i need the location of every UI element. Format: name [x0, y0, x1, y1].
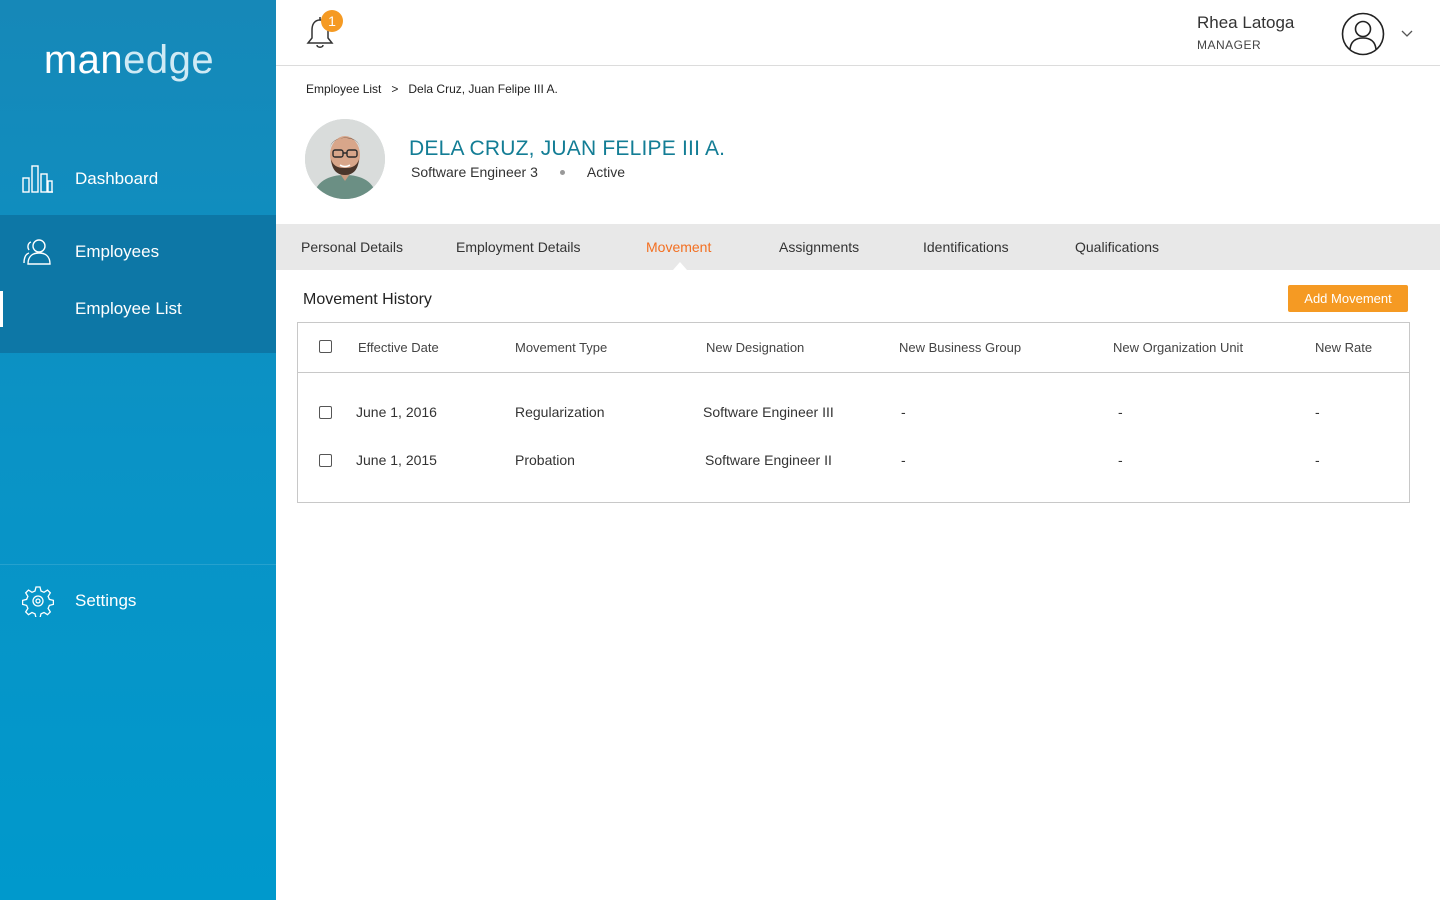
sidebar-group-employees: Employees Employee List [0, 215, 276, 353]
sidebar-item-label: Dashboard [75, 169, 159, 188]
user-role: MANAGER [1197, 38, 1262, 52]
column-header-new-designation[interactable]: New Designation [706, 340, 804, 355]
tab-identifications[interactable]: Identifications [923, 239, 1009, 255]
sidebar: manedge Dashboard Employees Employee Lis… [0, 0, 276, 900]
breadcrumb-current: Dela Cruz, Juan Felipe III A. [408, 82, 558, 96]
add-movement-button[interactable]: Add Movement [1288, 285, 1408, 312]
breadcrumb-employee-list[interactable]: Employee List [306, 82, 381, 96]
top-bar: 1 Rhea Latoga MANAGER [276, 0, 1440, 66]
select-all-checkbox[interactable] [319, 340, 332, 353]
gear-icon [22, 586, 54, 617]
table-row[interactable]: June 1, 2016 Regularization Software Eng… [298, 404, 1409, 444]
user-name: Rhea Latoga [1197, 13, 1295, 32]
cell-new-business-group: - [901, 404, 906, 420]
cell-new-rate: - [1315, 452, 1320, 468]
app-logo[interactable]: manedge [0, 38, 258, 83]
cell-effective-date: June 1, 2016 [356, 404, 437, 420]
sidebar-item-label: Employee List [75, 299, 182, 318]
section-title: Movement History [303, 291, 432, 308]
tab-bar: Personal Details Employment Details Move… [276, 224, 1440, 270]
table-header: Effective Date Movement Type New Designa… [298, 323, 1409, 373]
sidebar-item-employee-list[interactable]: Employee List [0, 291, 276, 327]
movement-table: Effective Date Movement Type New Designa… [297, 322, 1410, 503]
tab-movement[interactable]: Movement [646, 239, 711, 255]
employee-portrait [305, 119, 385, 199]
cell-new-organization-unit: - [1118, 452, 1123, 468]
employee-meta: Software Engineer 3 Active [411, 164, 625, 180]
logo-text-light: edge [123, 38, 215, 82]
active-tab-caret [673, 262, 687, 270]
bar-chart-icon [22, 165, 53, 193]
sidebar-item-employees[interactable]: Employees [0, 215, 276, 289]
sidebar-item-label: Settings [75, 591, 137, 610]
breadcrumb: Employee List > Dela Cruz, Juan Felipe III… [306, 82, 558, 96]
cell-movement-type: Regularization [515, 404, 605, 420]
sidebar-item-settings[interactable]: Settings [0, 564, 276, 638]
cell-new-organization-unit: - [1118, 404, 1123, 420]
tab-qualifications[interactable]: Qualifications [1075, 239, 1159, 255]
employee-name: DELA CRUZ, JUAN FELIPE III A. [409, 137, 726, 160]
column-header-new-business-group[interactable]: New Business Group [899, 340, 1021, 355]
user-avatar-icon[interactable] [1341, 12, 1385, 56]
tab-assignments[interactable]: Assignments [779, 239, 859, 255]
cell-new-designation: Software Engineer II [705, 452, 832, 468]
active-indicator [0, 291, 3, 327]
column-header-effective-date[interactable]: Effective Date [358, 340, 439, 355]
tab-personal-details[interactable]: Personal Details [301, 239, 403, 255]
sidebar-item-dashboard[interactable]: Dashboard [0, 142, 276, 216]
cell-new-designation: Software Engineer III [703, 404, 834, 420]
column-header-new-organization-unit[interactable]: New Organization Unit [1113, 340, 1243, 355]
cell-new-business-group: - [901, 452, 906, 468]
employee-photo [305, 119, 385, 199]
chevron-down-icon[interactable] [1400, 26, 1414, 40]
cell-effective-date: June 1, 2015 [356, 452, 437, 468]
breadcrumb-separator: > [391, 82, 399, 96]
users-icon [23, 239, 51, 265]
separator-dot [559, 170, 565, 175]
employee-status: Active [586, 164, 625, 180]
row-checkbox[interactable] [319, 454, 332, 467]
cell-movement-type: Probation [515, 452, 575, 468]
sidebar-item-label: Employees [75, 242, 160, 261]
column-header-new-rate[interactable]: New Rate [1315, 340, 1372, 355]
logo-text-bold: man [43, 38, 124, 82]
notification-badge[interactable]: 1 [321, 10, 343, 32]
column-header-movement-type[interactable]: Movement Type [515, 340, 607, 355]
employee-position: Software Engineer 3 [411, 164, 538, 180]
tab-employment-details[interactable]: Employment Details [456, 239, 581, 255]
cell-new-rate: - [1315, 404, 1320, 420]
table-row[interactable]: June 1, 2015 Probation Software Engineer… [298, 452, 1409, 492]
row-checkbox[interactable] [319, 406, 332, 419]
